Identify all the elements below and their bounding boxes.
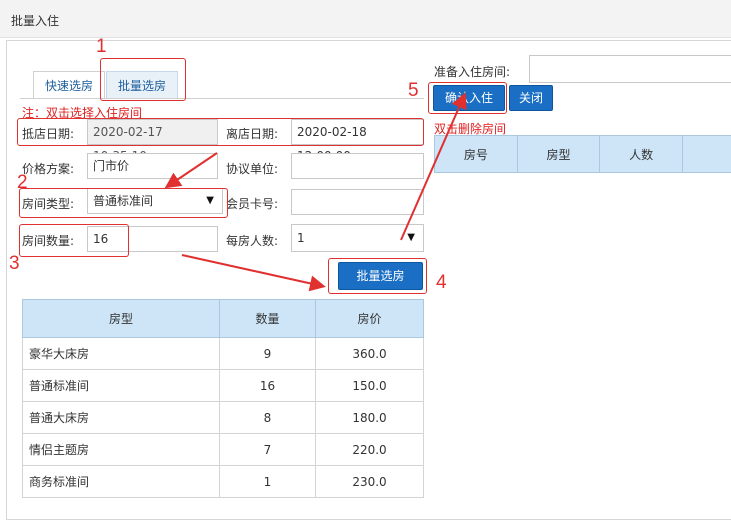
pending-rooms-label: 准备入住房间: (434, 65, 511, 79)
pending-rooms-field[interactable] (529, 55, 731, 83)
annotation-box-confirm-button (428, 82, 507, 114)
room-type-cell: 商务标准间 (22, 465, 220, 498)
agreement-unit-label: 协议单位: (226, 162, 279, 176)
price-cell: 150.0 (315, 369, 424, 402)
tab-quick-select[interactable]: 快速选房 (33, 71, 105, 99)
price-cell: 230.0 (315, 465, 424, 498)
room-type-cell: 普通标准间 (22, 369, 220, 402)
member-card-field[interactable] (291, 189, 424, 215)
step-number-3: 3 (9, 253, 20, 274)
price-plan-field[interactable]: 门市价 (87, 153, 218, 179)
annotation-box-batch-button (328, 258, 427, 294)
persons-per-room-value: 1 (297, 231, 305, 245)
room-type-table: 房型 数量 房价 豪华大床房 9 360.0 普通标准间 16 150.0 普通… (22, 299, 424, 498)
room-type-cell: 豪华大床房 (22, 337, 220, 370)
table-row[interactable]: 豪华大床房 9 360.0 (22, 337, 424, 370)
close-button[interactable]: 关闭 (509, 85, 553, 111)
room-type-cell: 普通大床房 (22, 401, 220, 434)
annotation-box-dates (17, 118, 424, 146)
agreement-unit-field[interactable] (291, 153, 424, 179)
column-header-room-type: 房型 (516, 135, 601, 173)
dropdown-arrow-icon: ▼ (407, 232, 415, 243)
annotation-box-room-count (19, 224, 129, 257)
price-cell: 360.0 (315, 337, 424, 370)
annotation-box-tab (100, 58, 186, 101)
quantity-cell: 16 (219, 369, 316, 402)
table-row[interactable]: 普通标准间 16 150.0 (22, 369, 424, 402)
quantity-cell: 9 (219, 337, 316, 370)
persons-per-room-select[interactable]: 1 ▼ (291, 224, 424, 252)
column-header-room-number: 房号 (434, 135, 518, 173)
member-card-label: 会员卡号: (226, 197, 279, 211)
table-row[interactable]: 商务标准间 1 230.0 (22, 465, 424, 498)
quantity-cell: 8 (219, 401, 316, 434)
price-cell: 220.0 (315, 433, 424, 466)
step-number-5: 5 (408, 80, 419, 101)
table-row[interactable]: 普通大床房 8 180.0 (22, 401, 424, 434)
step-number-1: 1 (96, 36, 107, 57)
price-cell: 180.0 (315, 401, 424, 434)
column-header-persons: 人数 (599, 135, 684, 173)
step-number-2: 2 (17, 172, 28, 193)
table-row[interactable]: 情侣主题房 7 220.0 (22, 433, 424, 466)
selected-rooms-table: 房号 房型 人数 (434, 135, 731, 173)
room-type-cell: 情侣主题房 (22, 433, 220, 466)
column-header-empty (682, 135, 731, 173)
quantity-cell: 1 (219, 465, 316, 498)
quantity-cell: 7 (219, 433, 316, 466)
column-header-room-type: 房型 (22, 299, 220, 338)
window-title: 批量入住 (11, 14, 60, 28)
column-header-quantity: 数量 (219, 299, 316, 338)
tab-divider (20, 98, 424, 99)
annotation-box-room-type (19, 188, 228, 218)
step-number-4: 4 (436, 272, 447, 293)
price-plan-label: 价格方案: (22, 162, 75, 176)
persons-per-room-label: 每房人数: (226, 234, 279, 248)
column-header-price: 房价 (315, 299, 424, 338)
window-titlebar: 批量入住 (0, 0, 731, 38)
